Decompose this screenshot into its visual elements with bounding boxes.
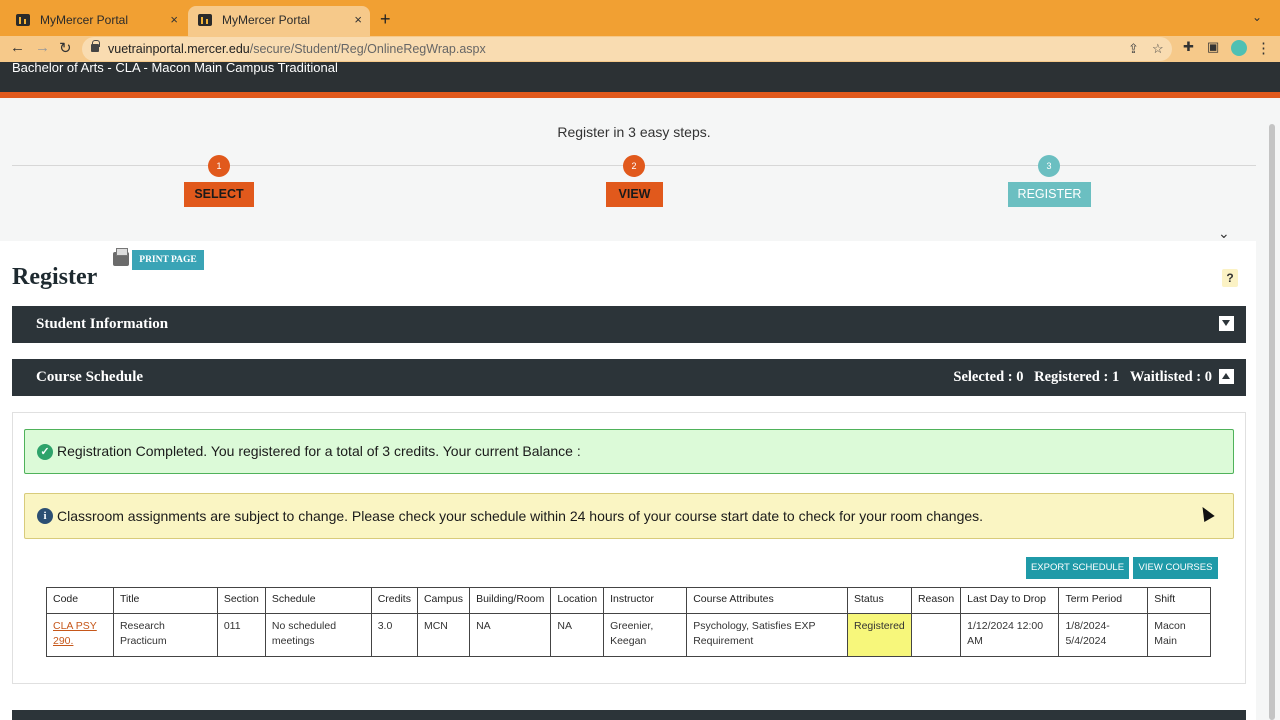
classroom-info-alert: i Classroom assignments are subject to c…	[24, 493, 1234, 539]
table-header-row: Code Title Section Schedule Credits Camp…	[46, 587, 1211, 614]
cell-reason	[910, 613, 962, 657]
column-header: Section	[216, 587, 266, 614]
forward-arrow-icon[interactable]: →	[35, 39, 50, 56]
column-header: Schedule	[264, 587, 372, 614]
header-accent-line	[0, 92, 1280, 98]
cell-credits: 3.0	[370, 613, 418, 657]
waitlisted-count: Waitlisted : 0	[1129, 369, 1212, 385]
column-header: Course Attributes	[686, 587, 848, 614]
student-information-title: Student Information	[36, 316, 169, 332]
info-message: Classroom assignments are subject to cha…	[57, 508, 984, 524]
next-section-bar[interactable]	[12, 710, 1246, 720]
column-header: Reason	[910, 587, 962, 614]
mercer-favicon-icon	[16, 14, 30, 26]
browser-tab-bar: MyMercer Portal × MyMercer Portal × + ⌄	[0, 0, 1280, 36]
tab-title: MyMercer Portal	[222, 13, 311, 27]
program-title: Bachelor of Arts - CLA - Macon Main Camp…	[12, 60, 338, 75]
course-schedule-title: Course Schedule	[36, 369, 144, 385]
step-3-number: 3	[1038, 155, 1060, 177]
cell-instructor: Greenier, Keegan	[603, 613, 688, 657]
url-path: /secure/Student/Reg/OnlineRegWrap.aspx	[249, 42, 486, 56]
new-tab-button[interactable]: +	[380, 9, 391, 30]
export-schedule-button[interactable]: EXPORT SCHEDULE	[1026, 557, 1129, 579]
close-tab-icon[interactable]: ×	[354, 6, 362, 34]
browser-menu-icon[interactable]: ⋮	[1256, 39, 1271, 57]
student-information-bar[interactable]: Student Information	[12, 306, 1246, 343]
reload-icon[interactable]: ↻	[59, 39, 72, 57]
success-message: Registration Completed. You registered f…	[57, 443, 581, 459]
share-icon[interactable]: ⇪	[1128, 37, 1139, 61]
column-header: Building/Room	[469, 587, 552, 614]
cell-code: CLA PSY 290.	[46, 613, 114, 657]
cell-term: 1/8/2024-5/4/2024	[1058, 613, 1149, 657]
info-circle-icon: i	[37, 508, 53, 524]
side-panel-icon[interactable]: ▣	[1207, 39, 1219, 55]
registered-count: Registered : 1	[1034, 369, 1120, 385]
cell-location: NA	[550, 613, 605, 657]
tab-title: MyMercer Portal	[40, 13, 129, 27]
printer-icon[interactable]	[113, 248, 129, 266]
extensions-puzzle-icon[interactable]: ✚	[1183, 39, 1194, 55]
view-courses-button[interactable]: VIEW COURSES	[1133, 557, 1218, 579]
cell-shift: Macon Main	[1147, 613, 1211, 657]
step-register-button[interactable]: REGISTER	[1008, 182, 1091, 207]
expand-icon[interactable]	[1219, 316, 1234, 331]
back-arrow-icon[interactable]: ←	[10, 39, 25, 56]
page-scrollbar[interactable]	[1269, 124, 1275, 720]
print-page-button[interactable]: PRINT PAGE	[132, 250, 204, 270]
step-1-number: 1	[208, 155, 230, 177]
course-schedule-bar[interactable]: Course Schedule Selected : 0 Registered …	[12, 359, 1246, 396]
browser-tab-1[interactable]: MyMercer Portal ×	[6, 6, 186, 36]
program-header: Bachelor of Arts - CLA - Macon Main Camp…	[0, 60, 1280, 92]
browser-tab-2[interactable]: MyMercer Portal ×	[188, 6, 370, 36]
address-bar[interactable]: vuetrainportal.mercer.edu/secure/Student…	[82, 37, 1172, 61]
schedule-counts: Selected : 0 Registered : 1 Waitlisted :…	[946, 359, 1212, 396]
cell-section: 011	[216, 613, 266, 657]
selected-count: Selected : 0	[953, 369, 1024, 385]
steps-title: Register in 3 easy steps.	[557, 124, 711, 140]
bookmark-star-icon[interactable]: ☆	[1152, 37, 1164, 61]
cell-attributes: Psychology, Satisfies EXP Requirement	[686, 613, 848, 657]
schedule-table: Code Title Section Schedule Credits Camp…	[46, 587, 1211, 657]
tab-search-chevron-icon[interactable]: ⌄	[1252, 10, 1262, 24]
mercer-favicon-icon	[198, 14, 212, 26]
step-2-number: 2	[623, 155, 645, 177]
column-header: Shift	[1147, 587, 1211, 614]
column-header: Last Day to Drop	[960, 587, 1060, 614]
cell-last-drop: 1/12/2024 12:00 AM	[960, 613, 1060, 657]
table-row: CLA PSY 290. Research Practicum 011 No s…	[46, 613, 1211, 657]
browser-toolbar: ← → ↻ vuetrainportal.mercer.edu/secure/S…	[0, 36, 1280, 62]
column-header: Instructor	[603, 587, 688, 614]
collapse-icon[interactable]	[1219, 369, 1234, 384]
check-circle-icon: ✓	[37, 444, 53, 460]
column-header: Campus	[416, 587, 471, 614]
page-title: Register	[12, 264, 98, 290]
cell-building: NA	[469, 613, 552, 657]
help-icon[interactable]: ?	[1222, 269, 1238, 287]
cell-title: Research Practicum	[112, 613, 218, 657]
cell-schedule: No scheduled meetings	[264, 613, 372, 657]
step-select-button[interactable]: SELECT	[184, 182, 254, 207]
lock-icon	[91, 40, 100, 52]
column-header: Location	[550, 587, 605, 614]
close-tab-icon[interactable]: ×	[170, 6, 178, 34]
column-header: Credits	[370, 587, 418, 614]
registration-success-alert: ✓ Registration Completed. You registered…	[24, 429, 1234, 474]
column-header: Status	[846, 587, 912, 614]
column-header: Code	[46, 587, 114, 614]
url-host: vuetrainportal.mercer.edu	[108, 42, 250, 56]
column-header: Title	[112, 587, 218, 614]
collapse-chevron-icon[interactable]: ⌄	[1218, 225, 1230, 242]
column-header: Term Period	[1058, 587, 1149, 614]
course-code-link[interactable]: CLA PSY 290.	[53, 620, 97, 647]
cell-campus: MCN	[416, 613, 471, 657]
cell-status: Registered	[846, 613, 912, 657]
profile-avatar[interactable]	[1231, 40, 1247, 56]
step-view-button[interactable]: VIEW	[606, 182, 663, 207]
